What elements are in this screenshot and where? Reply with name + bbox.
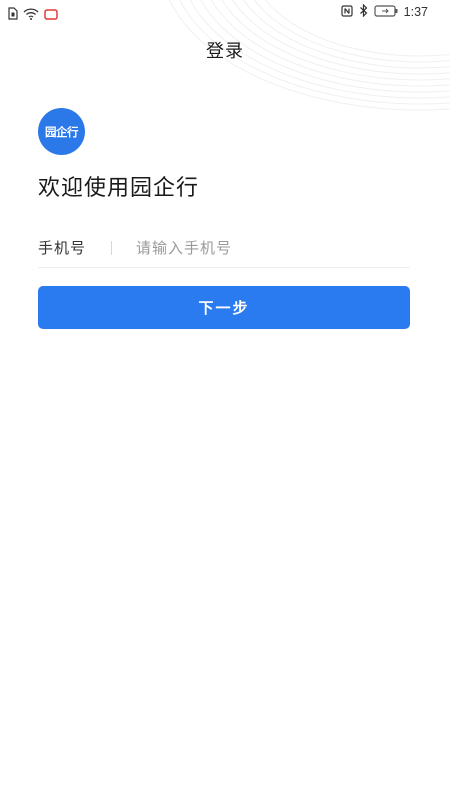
field-divider: [111, 240, 112, 255]
phone-input[interactable]: [136, 238, 376, 257]
app-logo: 园企行: [38, 108, 85, 155]
battery-icon: [374, 4, 398, 20]
phone-field-row: 手机号: [38, 228, 410, 268]
nfc-icon: [341, 4, 353, 20]
wifi-icon: [23, 5, 39, 24]
status-time: 1:37: [403, 5, 428, 19]
bluetooth-icon: [359, 3, 368, 20]
notification-icon: [44, 5, 58, 24]
next-step-button[interactable]: 下一步: [38, 286, 410, 329]
page-title: 登录: [206, 41, 244, 62]
welcome-heading: 欢迎使用园企行: [38, 176, 200, 201]
status-bar: 1:37: [0, 0, 450, 26]
phone-label: 手机号: [38, 239, 87, 257]
logo-text: 园企行: [45, 124, 79, 139]
sim-icon: [8, 5, 18, 24]
